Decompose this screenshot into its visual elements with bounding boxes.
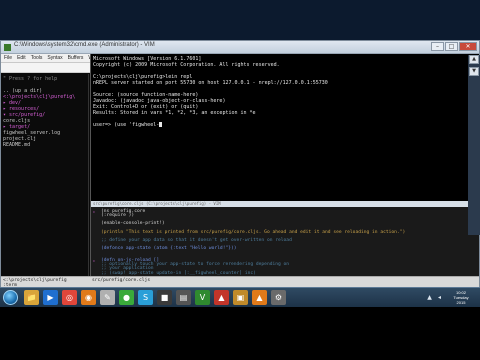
folder2-icon[interactable]: ▣ <box>233 290 248 305</box>
app-icon[interactable]: ■ <box>157 290 172 305</box>
close-button[interactable]: ✕ <box>459 42 477 51</box>
code-line[interactable]: (defonce app-state (atom {:text "Hello w… <box>101 246 237 252</box>
menu-item-tools[interactable]: Tools <box>31 54 43 62</box>
media-icon[interactable]: ▶ <box>43 290 58 305</box>
vim-window: C:\Windows\system32\cmd.exe (Administrat… <box>0 40 480 288</box>
taskbar-icons: 📁 ▶ ◎ ◉ ✎ ● S ■ ▤ V ▲ ▣ ▲ ⚙ <box>24 290 286 305</box>
skype-icon[interactable]: S <box>138 290 153 305</box>
fold-marker-icon[interactable]: ▸ <box>93 209 98 214</box>
scroll-up-icon[interactable]: ▲ <box>469 55 479 64</box>
code-line[interactable]: (:require )) <box>101 213 134 219</box>
system-tray: ▲ ◂ 10:02 Tuesday 2015 <box>426 290 476 305</box>
explorer-icon[interactable]: 📁 <box>24 290 39 305</box>
menu-item-edit[interactable]: Edit <box>17 54 26 62</box>
taskbar: 📁 ▶ ◎ ◉ ✎ ● S ■ ▤ V ▲ ▣ ▲ ⚙ ▲ ◂ 10:02 Tuesday 2015 <box>0 287 480 307</box>
desktop <box>0 0 480 40</box>
nerdtree-pane[interactable]: " Press ? for help.. (up a dir) <:\projec… <box>1 74 89 276</box>
menu-item-buffers[interactable]: Buffers <box>68 54 84 62</box>
network-icon[interactable]: ▲ <box>426 294 433 301</box>
paint-icon[interactable]: ✎ <box>100 290 115 305</box>
maximize-button[interactable]: □ <box>445 42 458 51</box>
titlebar[interactable]: C:\Windows\system32\cmd.exe (Administrat… <box>1 41 479 54</box>
statusbar: <:\projects\clj\purefig src/purefig/core… <box>1 276 479 288</box>
clock-date: 2015 <box>456 300 466 305</box>
scrollbar[interactable]: ▲ ▼ <box>468 55 480 235</box>
vlc-icon[interactable]: ▲ <box>252 290 267 305</box>
fold-marker-icon[interactable]: ▸ <box>93 258 98 263</box>
tree-line[interactable]: README.md <box>3 142 30 148</box>
store-icon[interactable]: ▲ <box>214 290 229 305</box>
editor-title: src\purefig\core.cljs (C:\projects\clj\p… <box>93 201 221 206</box>
editor-pane[interactable]: src\purefig\core.cljs (C:\projects\clj\p… <box>90 201 479 276</box>
volume-icon[interactable]: ◂ <box>436 294 443 301</box>
screen: C:\Windows\system32\cmd.exe (Administrat… <box>0 0 480 360</box>
chrome-icon[interactable]: ◎ <box>62 290 77 305</box>
chat-icon[interactable]: ● <box>119 290 134 305</box>
scroll-down-icon[interactable]: ▼ <box>469 67 479 76</box>
minimize-button[interactable]: – <box>431 42 444 51</box>
terminal-line: Results: Stored in vars *1, *2, *3, an e… <box>93 110 256 116</box>
vim-app-icon <box>4 44 11 51</box>
editor-title-bar: src\purefig\core.cljs (C:\projects\clj\p… <box>91 201 479 207</box>
terminal-cursor <box>159 122 163 127</box>
settings-icon[interactable]: ⚙ <box>271 290 286 305</box>
menu-item-syntax[interactable]: Syntax <box>47 54 62 62</box>
code-line[interactable]: ;; define your app data so that it doesn… <box>101 238 292 244</box>
terminal-line: user=> (use 'figwheel- <box>93 122 163 128</box>
terminal-pane[interactable]: Microsoft Windows [Version 6.1.7601] Copy… <box>90 54 479 201</box>
vim-icon[interactable]: V <box>195 290 210 305</box>
code-line[interactable]: (println "This text is printed from src/… <box>101 230 405 236</box>
terminal-line: nREPL server started on port 55730 on ho… <box>93 80 328 86</box>
status-file: src/purefig/core.cljs <box>92 278 151 283</box>
start-button[interactable] <box>3 290 18 305</box>
code-line[interactable]: (enable-console-print!) <box>101 221 165 227</box>
terminal-line: Copyright (c) 2009 Microsoft Corporation… <box>93 62 280 68</box>
clock[interactable]: 10:02 Tuesday 2015 <box>446 290 476 305</box>
window-controls: – □ ✕ <box>431 42 477 51</box>
letterbox <box>0 307 480 360</box>
terminal-icon[interactable]: ▤ <box>176 290 191 305</box>
tree-line[interactable]: " Press ? for help <box>3 76 57 82</box>
window-title: C:\Windows\system32\cmd.exe (Administrat… <box>14 42 155 48</box>
firefox-icon[interactable]: ◉ <box>81 290 96 305</box>
menu-item-file[interactable]: File <box>4 54 12 62</box>
